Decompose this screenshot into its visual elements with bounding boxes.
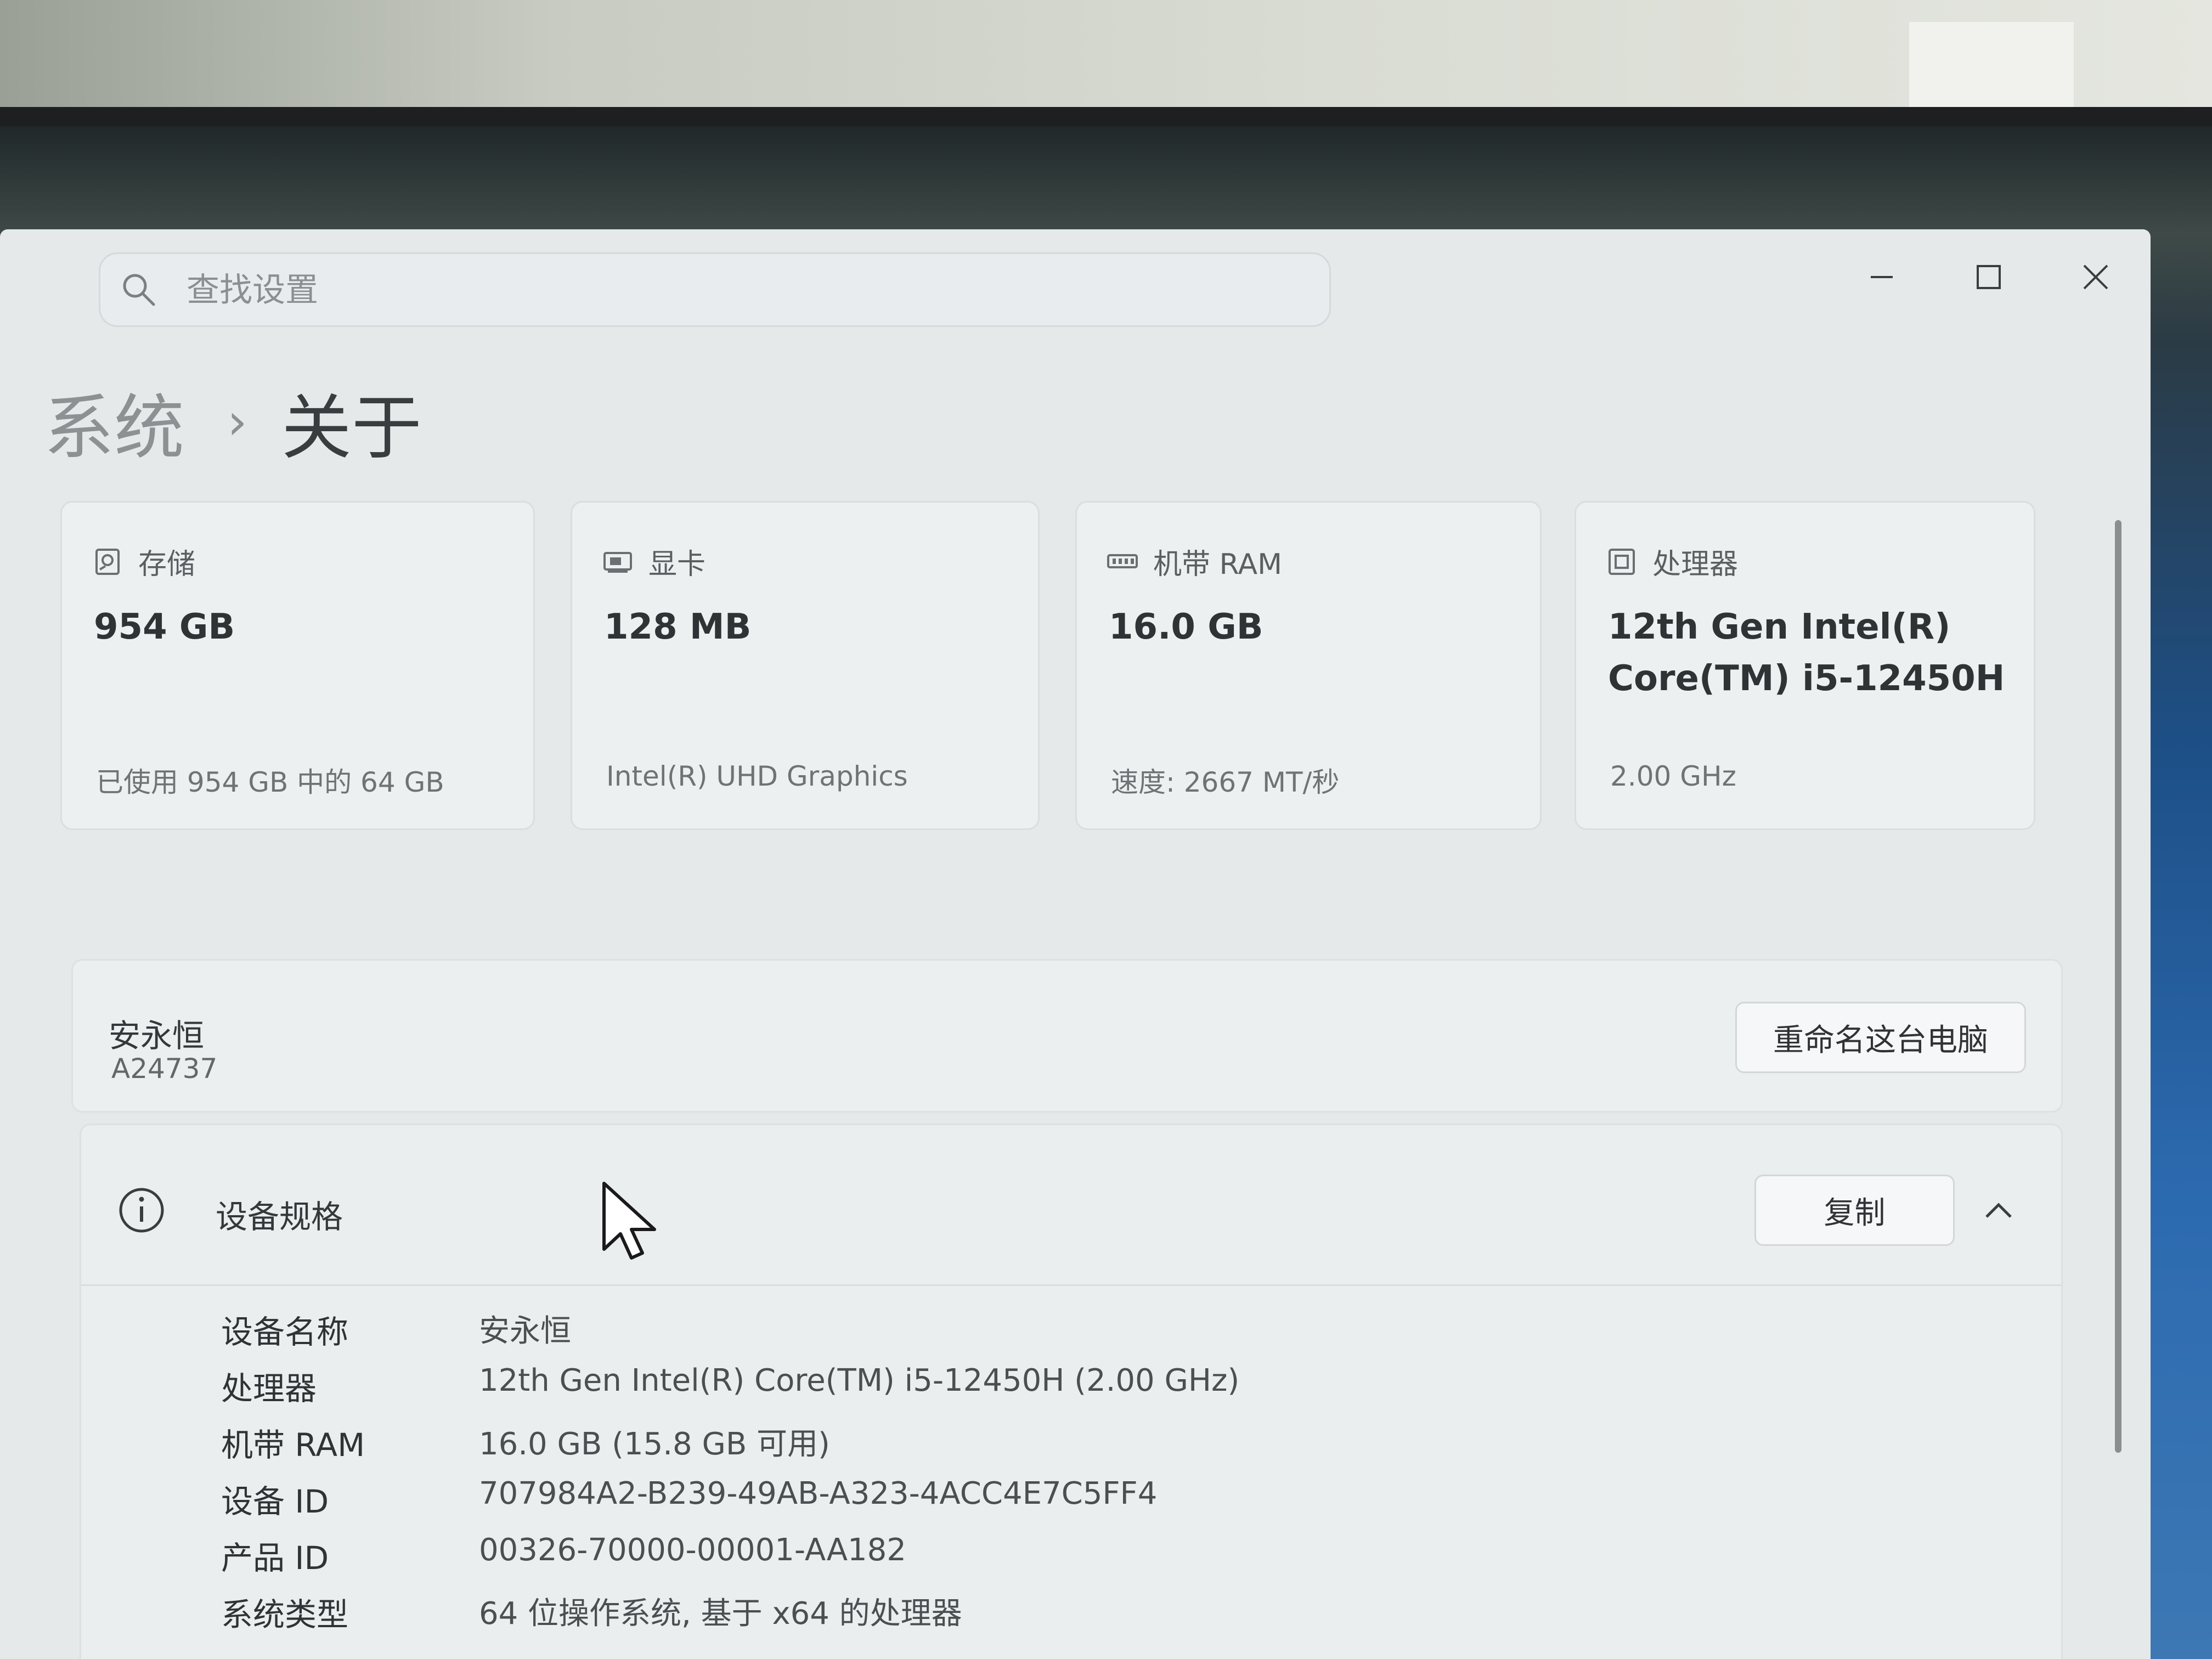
page-title: 关于 <box>281 387 422 469</box>
spec-value: 00326-70000-00001-AA182 <box>479 1532 906 1568</box>
gpu-card: 显卡 128 MB Intel(R) UHD Graphics <box>571 501 1040 830</box>
breadcrumb-system[interactable]: 系统 <box>44 371 184 472</box>
ram-label: 机带 RAM <box>1153 548 1282 581</box>
processor-label: 处理器 <box>1652 548 1739 581</box>
ram-value: 16.0 GB <box>1109 607 1263 647</box>
storage-card-header: 存储 <box>92 541 195 582</box>
gpu-card-header: 显卡 <box>602 541 706 582</box>
spec-label: 机带 RAM <box>221 1426 365 1464</box>
ram-speed: 速度: 2667 MT/秒 <box>1111 766 1340 798</box>
settings-window: 系统 › 关于 存储 954 GB 已使用 954 GB 中的 64 GB 显卡… <box>0 229 2151 1659</box>
close-button[interactable] <box>2046 236 2145 318</box>
info-icon <box>119 1188 164 1233</box>
copy-button[interactable]: 复制 <box>1754 1175 1955 1246</box>
minimize-button[interactable] <box>1832 236 1931 318</box>
spec-label: 系统类型 <box>221 1596 349 1633</box>
device-model: A24737 <box>111 1053 218 1085</box>
storage-label: 存储 <box>138 548 196 581</box>
gpu-name: Intel(R) UHD Graphics <box>606 760 908 792</box>
spec-label: 产品 ID <box>221 1539 329 1577</box>
processor-card: 处理器 12th Gen Intel(R) Core(TM) i5-12450H… <box>1575 501 2035 830</box>
breadcrumb-separator: › <box>227 392 247 451</box>
spec-label: 设备 ID <box>221 1483 329 1520</box>
ram-card: 机带 RAM 16.0 GB 速度: 2667 MT/秒 <box>1075 501 1542 830</box>
background-wall <box>0 0 2212 110</box>
spec-value: 64 位操作系统, 基于 x64 的处理器 <box>479 1596 962 1632</box>
device-name-panel: 安永恒 A24737 重命名这台电脑 <box>71 959 2063 1113</box>
gpu-label: 显卡 <box>648 548 706 581</box>
monitor-bezel <box>0 107 2212 129</box>
spec-value: 707984A2-B239-49AB-A323-4ACC4E7C5FF4 <box>479 1476 1158 1511</box>
storage-icon <box>95 548 120 575</box>
device-specs-panel: 设备规格 复制 设备名称 安永恒 处理器 12th Gen Intel(R) C… <box>80 1124 2063 1659</box>
spec-value: 安永恒 <box>479 1313 571 1349</box>
chevron-up-icon <box>1985 1203 2012 1218</box>
spec-value: 16.0 GB (15.8 GB 可用) <box>479 1426 830 1462</box>
gpu-icon <box>603 551 632 573</box>
processor-icon <box>1609 548 1635 575</box>
device-specs-title: 设备规格 <box>216 1198 343 1235</box>
minimize-icon <box>1871 276 1893 278</box>
maximize-button[interactable] <box>1939 236 2038 318</box>
storage-value: 954 GB <box>94 607 235 647</box>
storage-card: 存储 954 GB 已使用 954 GB 中的 64 GB <box>60 501 535 830</box>
search-icon <box>123 274 155 306</box>
storage-usage: 已使用 954 GB 中的 64 GB <box>96 766 444 798</box>
ram-icon <box>1107 554 1138 568</box>
background-paper <box>1909 22 2074 110</box>
ram-card-header: 机带 RAM <box>1107 541 1282 582</box>
scrollbar[interactable] <box>2115 520 2121 1453</box>
rename-pc-button[interactable]: 重命名这台电脑 <box>1735 1002 2026 1073</box>
spec-label: 处理器 <box>221 1370 317 1407</box>
spec-label: 设备名称 <box>221 1313 349 1351</box>
close-icon <box>2083 264 2108 290</box>
processor-speed: 2.00 GHz <box>1610 760 1736 792</box>
processor-value: 12th Gen Intel(R) Core(TM) i5-12450H <box>1608 607 2005 699</box>
gpu-value: 128 MB <box>604 607 752 647</box>
collapse-button[interactable] <box>1968 1180 2029 1240</box>
processor-card-header: 处理器 <box>1606 541 1738 582</box>
device-name: 安永恒 <box>109 1017 205 1054</box>
maximize-icon <box>1977 265 2001 289</box>
search-input[interactable] <box>185 266 1230 314</box>
breadcrumb: 系统 › 关于 <box>44 372 422 471</box>
device-specs-header[interactable]: 设备规格 复制 <box>81 1125 2061 1286</box>
search-box[interactable] <box>99 252 1331 327</box>
spec-value: 12th Gen Intel(R) Core(TM) i5-12450H (2.… <box>479 1363 1240 1398</box>
mouse-cursor-icon <box>602 1182 656 1260</box>
